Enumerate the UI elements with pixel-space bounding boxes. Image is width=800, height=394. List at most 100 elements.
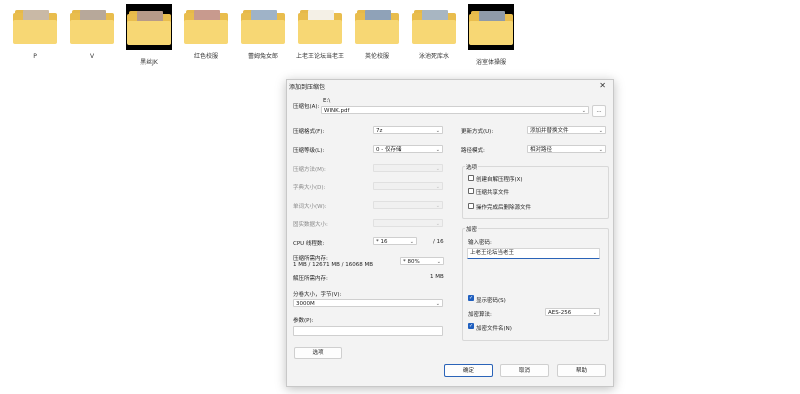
folder-item[interactable]: V: [68, 8, 116, 60]
word-select: ⌄: [373, 201, 443, 209]
folder-item[interactable]: 浴室体操服: [467, 4, 515, 66]
options-button[interactable]: 选项: [294, 347, 342, 359]
folder-item[interactable]: P: [11, 8, 59, 60]
path-mode-value: 相对路径: [530, 147, 553, 153]
method-label: 压缩方法(M):: [293, 167, 326, 173]
path-mode-label: 路径模式:: [461, 148, 485, 154]
memory-detail: 1 MB / 12671 MB / 16068 MB: [293, 262, 373, 268]
split-label: 分卷大小，字节(V):: [293, 292, 342, 298]
encrypt-names-label: 加密文件名(N): [476, 326, 512, 332]
folder-item[interactable]: 泳池死库水: [410, 8, 458, 60]
chevron-down-icon: ⌄: [435, 301, 440, 307]
cpu-select[interactable]: * 16 ⌄: [373, 237, 417, 245]
decompress-memory-label: 解压所需内存:: [293, 276, 328, 282]
update-label: 更新方式(U):: [461, 129, 494, 135]
browse-button[interactable]: ...: [592, 105, 606, 117]
encryption-method-select[interactable]: AES-256 ⌄: [545, 308, 600, 316]
folder-name: 黑丝JK: [140, 59, 158, 66]
format-select[interactable]: 7z ⌄: [373, 126, 443, 134]
method-select: ⌄: [373, 164, 443, 172]
password-value: 上老王论坛当老王: [470, 250, 515, 256]
folder-icon: [13, 8, 57, 44]
solid-label: 固实数据大小:: [293, 222, 328, 228]
options-group-title: 选项: [465, 163, 479, 171]
chevron-down-icon: ⌄: [435, 203, 440, 209]
encrypt-names-checkbox[interactable]: ✓: [468, 323, 474, 329]
folder-name: 蕾姆兔女郎: [247, 53, 278, 60]
format-label: 压缩格式(F):: [293, 129, 325, 135]
folder-name: 英伦校服: [364, 53, 389, 60]
chevron-down-icon: ⌄: [435, 128, 440, 134]
folder-icon: [412, 8, 456, 44]
folder-item[interactable]: 上老王论坛当老王: [296, 8, 344, 60]
params-label: 参数(P):: [293, 318, 314, 324]
level-label: 压缩等级(L):: [293, 148, 325, 154]
word-label: 单词大小(W):: [293, 204, 327, 210]
folder-icon: [126, 4, 172, 50]
folder-name: 上老王论坛当老王: [296, 53, 345, 60]
chevron-down-icon: ⌄: [592, 310, 597, 316]
chevron-down-icon: ⌄: [435, 166, 440, 172]
add-to-archive-dialog: 添加到压缩包 ✕ 压缩包(A): E:\ WINK.pdf ⌄ ... 压缩格式(…: [286, 79, 614, 387]
show-password-checkbox[interactable]: ✓: [468, 295, 474, 301]
chevron-down-icon: ⌄: [435, 221, 440, 227]
sfx-label: 创建自解压程序(X): [476, 177, 523, 183]
folder-icon: [355, 8, 399, 44]
chevron-down-icon: ⌄: [409, 239, 414, 245]
cpu-total: / 16: [433, 239, 444, 245]
memory-label: 压缩所需内存:: [293, 256, 328, 262]
delete-after-checkbox[interactable]: [468, 203, 474, 209]
level-value: 0 - 仅存储: [376, 147, 402, 153]
folder-name: 浴室体操服: [475, 59, 506, 66]
encryption-group-title: 加密: [465, 225, 479, 233]
folder-item[interactable]: 蕾姆兔女郎: [239, 8, 287, 60]
archive-name-value: WINK.pdf: [324, 108, 350, 114]
update-select[interactable]: 添加并替换文件 ⌄: [527, 126, 606, 134]
folder-icon: [184, 8, 228, 44]
dict-label: 字典大小(D):: [293, 185, 326, 191]
decompress-memory-value: 1 MB: [430, 274, 444, 280]
path-mode-select[interactable]: 相对路径 ⌄: [527, 145, 606, 153]
password-label: 输入密码:: [468, 240, 492, 246]
chevron-down-icon: ⌄: [581, 108, 586, 114]
cpu-value: * 16: [376, 239, 388, 245]
folder-item[interactable]: 英伦校服: [353, 8, 401, 60]
memory-select[interactable]: * 80% ⌄: [400, 257, 444, 265]
folder-name: V: [89, 53, 95, 60]
folder-name: 红色校服: [193, 53, 218, 60]
archive-label: 压缩包(A):: [293, 104, 320, 110]
help-button[interactable]: 帮助: [557, 364, 606, 377]
params-input[interactable]: [293, 326, 443, 336]
chevron-down-icon: ⌄: [598, 147, 603, 153]
folder-icon: [468, 4, 514, 50]
chevron-down-icon: ⌄: [598, 128, 603, 134]
format-value: 7z: [376, 128, 383, 134]
folder-icon: [70, 8, 114, 44]
archive-name-combo[interactable]: WINK.pdf ⌄: [321, 106, 589, 114]
encryption-method-label: 加密算法:: [468, 312, 492, 318]
archive-dir: E:\: [323, 98, 331, 104]
folder-name: 泳池死库水: [418, 53, 449, 60]
sfx-checkbox[interactable]: [468, 175, 474, 181]
encryption-method-value: AES-256: [548, 310, 572, 316]
folder-item[interactable]: 红色校服: [182, 8, 230, 60]
split-value: 3000M: [296, 301, 315, 307]
close-icon[interactable]: ✕: [599, 81, 606, 90]
folder-icon: [298, 8, 342, 44]
folder-icon: [241, 8, 285, 44]
chevron-down-icon: ⌄: [435, 147, 440, 153]
chevron-down-icon: ⌄: [436, 259, 441, 265]
shared-files-checkbox[interactable]: [468, 188, 474, 194]
folder-name: P: [33, 53, 37, 60]
ok-button[interactable]: 确定: [444, 364, 493, 377]
cancel-button[interactable]: 取消: [500, 364, 549, 377]
delete-after-label: 操作完成后删除源文件: [476, 205, 532, 211]
level-select[interactable]: 0 - 仅存储 ⌄: [373, 145, 443, 153]
solid-select: ⌄: [373, 219, 443, 227]
password-input[interactable]: 上老王论坛当老王: [467, 248, 600, 259]
dict-select: ⌄: [373, 182, 443, 190]
dialog-title: 添加到压缩包: [289, 84, 326, 91]
folder-item[interactable]: 黑丝JK: [125, 4, 173, 66]
memory-value: * 80%: [403, 259, 420, 265]
split-select[interactable]: 3000M ⌄: [293, 299, 443, 307]
